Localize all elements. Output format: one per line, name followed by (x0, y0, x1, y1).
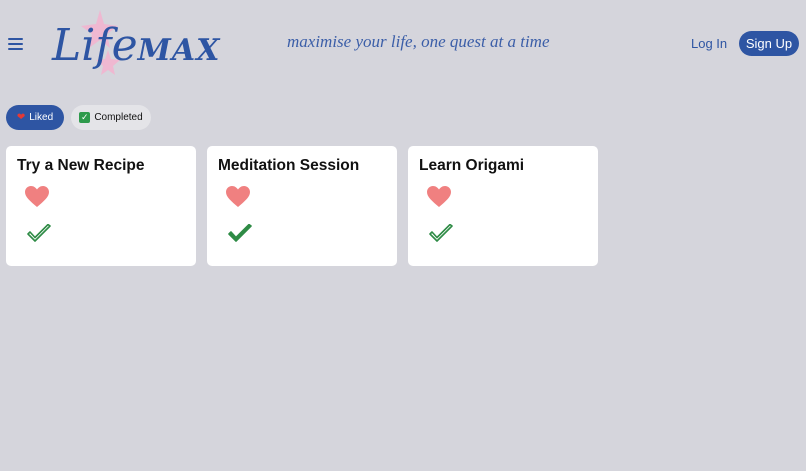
hamburger-menu-icon[interactable] (8, 36, 24, 52)
complete-check-outline-icon[interactable] (26, 223, 52, 249)
filter-liked-button[interactable]: ❤ Liked (6, 105, 64, 130)
filter-completed-button[interactable]: ✓ Completed (71, 105, 151, 130)
card-title: Meditation Session (218, 157, 360, 174)
quest-card[interactable]: Meditation Session (207, 146, 397, 266)
filter-label: Completed (94, 112, 143, 123)
card-title: Learn Origami (419, 157, 525, 174)
signup-button[interactable]: Sign Up (739, 31, 799, 56)
logo-text: LifeMAX (52, 20, 220, 71)
login-link[interactable]: Log In (691, 36, 727, 51)
heart-icon: ❤ (16, 112, 26, 123)
quest-card[interactable]: Try a New Recipe (6, 146, 196, 266)
check-box-icon: ✓ (79, 112, 91, 123)
logo-text-life: Life (52, 20, 138, 71)
like-heart-icon[interactable] (226, 186, 250, 213)
complete-check-filled-icon[interactable] (227, 223, 253, 249)
header: LifeMAX maximise your life, one quest at… (0, 0, 806, 90)
complete-check-outline-icon[interactable] (428, 223, 454, 249)
logo[interactable]: LifeMAX (46, 6, 219, 80)
card-title: Try a New Recipe (17, 157, 145, 174)
logo-text-max: MAX (137, 33, 221, 68)
filter-label: Liked (29, 112, 54, 123)
tagline: maximise your life, one quest at a time (287, 32, 550, 51)
like-heart-icon[interactable] (25, 186, 49, 213)
quest-card[interactable]: Learn Origami (408, 146, 598, 266)
like-heart-icon[interactable] (427, 186, 451, 213)
